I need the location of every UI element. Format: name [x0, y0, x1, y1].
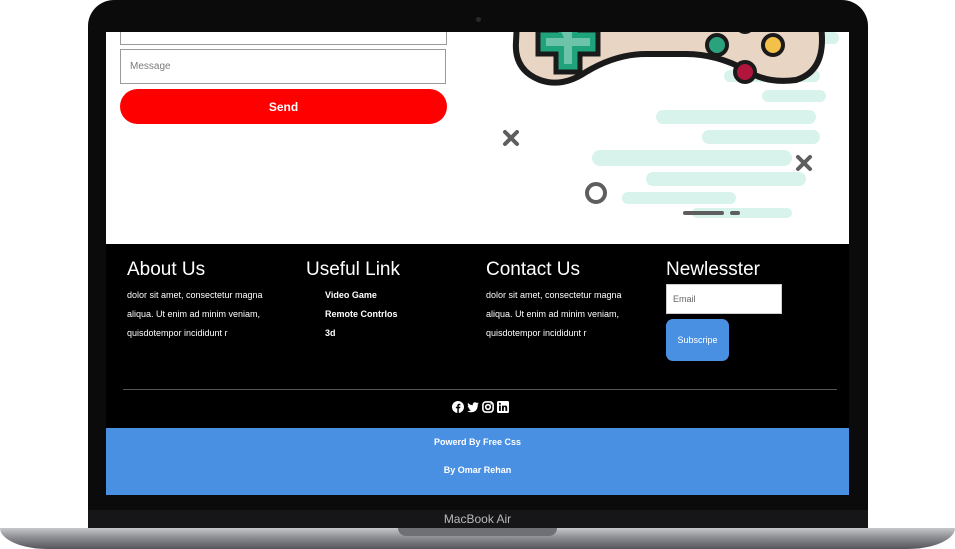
contact-text: dolor sit amet, consectetur magna aliqua…: [486, 290, 622, 338]
screen: Send: [106, 32, 849, 495]
webcam: [476, 17, 481, 22]
about-heading: About Us: [127, 259, 206, 280]
useful-links-list: Video Game Remote Contrlos 3d: [325, 286, 398, 343]
footer-divider: [123, 389, 837, 390]
newsletter-heading: Newlesster: [666, 259, 760, 280]
author-credit: By Omar Rehan: [443, 465, 512, 475]
previous-input-field[interactable]: [120, 32, 447, 45]
laptop-hinge-notch: [398, 528, 557, 536]
facebook-icon[interactable]: [452, 401, 464, 413]
useful-links-heading: Useful Link: [306, 259, 400, 280]
bottom-bar: Powerd By Free Css By Omar Rehan: [106, 428, 849, 495]
link-3d[interactable]: 3d: [325, 324, 398, 343]
social-links: [452, 401, 509, 413]
device-brand-label: MacBook Air: [443, 512, 512, 526]
twitter-icon[interactable]: [467, 401, 479, 413]
link-remote-controls[interactable]: Remote Contrlos: [325, 305, 398, 324]
contact-heading: Contact Us: [486, 259, 580, 280]
powered-by-text: Powerd By Free Css: [433, 437, 522, 447]
linkedin-icon[interactable]: [497, 401, 509, 413]
newsletter-email-input[interactable]: [666, 284, 782, 314]
link-video-game[interactable]: Video Game: [325, 286, 398, 305]
send-button[interactable]: Send: [120, 89, 447, 124]
gamepad-illustration: [503, 32, 839, 218]
message-field[interactable]: [120, 49, 446, 84]
footer: About Us dolor sit amet, consectetur mag…: [106, 244, 849, 428]
about-text: dolor sit amet, consectetur magna aliqua…: [127, 290, 263, 338]
contact-section: Send: [106, 32, 849, 244]
subscribe-button[interactable]: Subscripe: [666, 319, 729, 361]
instagram-icon[interactable]: [482, 401, 494, 413]
